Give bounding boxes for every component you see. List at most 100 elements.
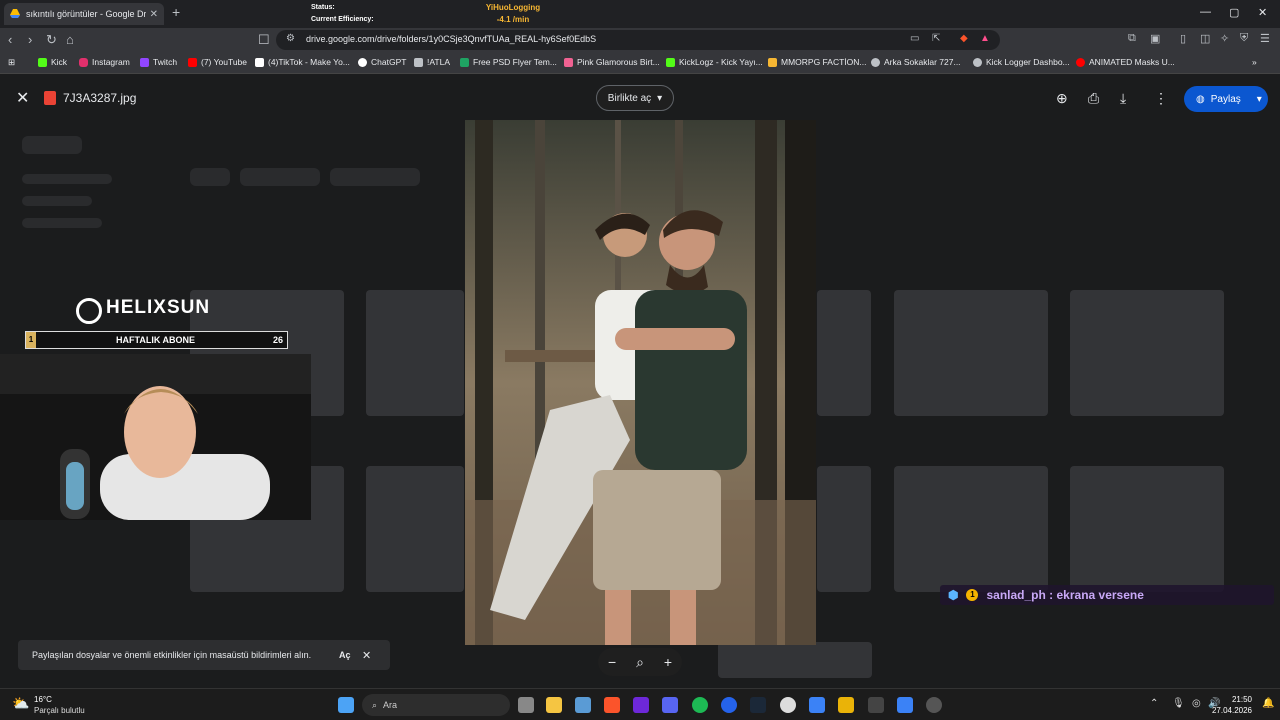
forward-icon[interactable]: › bbox=[28, 32, 32, 47]
extensions-icon[interactable]: ⧉ bbox=[1128, 32, 1136, 45]
zoom-out-button[interactable]: − bbox=[608, 654, 616, 670]
close-viewer-icon[interactable]: ✕ bbox=[16, 88, 29, 108]
bookmark-instagram[interactable]: Instagram bbox=[79, 57, 130, 67]
leo-icon[interactable]: ✧ bbox=[1220, 32, 1229, 45]
bookmark-label: (7) YouTube bbox=[201, 57, 247, 67]
bookmark-animated-masks[interactable]: ANIMATED Masks U... bbox=[1076, 57, 1175, 67]
share-page-icon[interactable]: ⇱ bbox=[932, 33, 940, 44]
app-icon[interactable] bbox=[838, 697, 854, 713]
ghost-thumb bbox=[1070, 290, 1224, 416]
bookmark-label: Kick bbox=[51, 57, 68, 67]
stream-stats-values: YiHuoLogging -4.1 /min bbox=[478, 2, 548, 26]
start-icon[interactable] bbox=[338, 697, 354, 713]
share-button[interactable]: ◍ Paylaş ▾ bbox=[1184, 86, 1268, 112]
bookmark-youtube[interactable]: (7) YouTube bbox=[188, 57, 247, 67]
network-icon[interactable]: ◎ bbox=[1192, 698, 1201, 709]
more-options-icon[interactable]: ⋮ bbox=[1154, 90, 1168, 107]
spotify-icon[interactable] bbox=[692, 697, 708, 713]
app-icon[interactable] bbox=[926, 697, 942, 713]
ghost-chip bbox=[190, 168, 230, 186]
store-icon[interactable] bbox=[575, 697, 591, 713]
close-window-button[interactable]: ✕ bbox=[1258, 6, 1267, 19]
bookmark-twitch[interactable]: Twitch bbox=[140, 57, 177, 67]
zoom-in-button[interactable]: + bbox=[664, 654, 672, 670]
print-icon[interactable]: ⎙ bbox=[1088, 90, 1099, 107]
bookmark-freepsd[interactable]: Free PSD Flyer Tem... bbox=[460, 57, 557, 67]
app-icon[interactable] bbox=[809, 697, 825, 713]
bookmark-kick[interactable]: Kick bbox=[38, 57, 67, 67]
search-label: Ara bbox=[383, 700, 398, 710]
zoom-magnifier-icon[interactable]: ⌕ bbox=[636, 654, 644, 671]
bookmark-label: Arka Sokaklar 727... bbox=[884, 57, 961, 67]
apps-icon[interactable]: ⊞ bbox=[8, 57, 15, 68]
bookmark-label: ChatGPT bbox=[371, 57, 407, 67]
notifications-icon[interactable]: 🔔 bbox=[1262, 698, 1274, 709]
share-caret-icon[interactable]: ▾ bbox=[1257, 94, 1262, 105]
bookmark-kick-logger[interactable]: Kick Logger Dashbo... bbox=[973, 57, 1070, 67]
next-app-icon[interactable] bbox=[633, 697, 649, 713]
wallet-icon[interactable]: ◫ bbox=[1200, 32, 1210, 45]
brave-icon[interactable] bbox=[604, 697, 620, 713]
bookmark-pink[interactable]: Pink Glamorous Birt... bbox=[564, 57, 660, 67]
app-icon[interactable] bbox=[868, 697, 884, 713]
weather-temp: 16°C bbox=[34, 695, 52, 704]
webcam-illustration bbox=[0, 354, 311, 520]
tray-chevron-icon[interactable]: ⌃ bbox=[1150, 698, 1158, 709]
minimize-button[interactable]: — bbox=[1200, 6, 1211, 18]
weekly-sub-counter: 1 HAFTALIK ABONE 26 bbox=[25, 331, 288, 349]
steam-icon[interactable] bbox=[750, 697, 766, 713]
ea-icon[interactable] bbox=[721, 697, 737, 713]
task-view-icon[interactable] bbox=[518, 697, 534, 713]
discord-icon[interactable] bbox=[662, 697, 678, 713]
tab-search-icon[interactable]: ▣ bbox=[1150, 32, 1160, 45]
bookmark-icon[interactable]: ☐ bbox=[258, 32, 270, 48]
bookmark-chatgpt[interactable]: ChatGPT bbox=[358, 57, 406, 67]
brave-shield-icon[interactable]: ◆ bbox=[960, 33, 968, 44]
mic-icon[interactable]: 🎙 bbox=[1172, 698, 1185, 709]
home-icon[interactable]: ⌂ bbox=[66, 32, 74, 47]
download-icon[interactable]: ⤓ bbox=[1120, 90, 1126, 107]
cast-icon[interactable]: ▭ bbox=[910, 33, 919, 44]
share-label: Paylaş bbox=[1210, 93, 1241, 105]
open-with-button[interactable]: Birlikte aç ▾ bbox=[596, 85, 674, 111]
obs-icon[interactable] bbox=[780, 697, 796, 713]
chat-badge: 1 bbox=[966, 589, 979, 601]
google-drive-icon bbox=[10, 9, 20, 18]
address-bar[interactable]: ⚙ drive.google.com/drive/folders/1y0CSje… bbox=[276, 30, 1000, 50]
globe-icon: ◍ bbox=[1196, 93, 1205, 105]
weather-desc: Parçalı bulutlu bbox=[34, 706, 85, 715]
app-icon[interactable] bbox=[897, 697, 913, 713]
bookmark-label: MMORPG FACTİON... bbox=[781, 57, 867, 67]
tab-close-icon[interactable]: ✕ bbox=[150, 9, 158, 20]
weather-icon[interactable]: ⛅ bbox=[12, 695, 29, 712]
sidebar-icon[interactable]: ▯ bbox=[1180, 32, 1186, 45]
browser-nav-bar: ‹ › ↻ ⌂ ☐ ⚙ drive.google.com/drive/folde… bbox=[0, 28, 1280, 52]
notification-open-button[interactable]: Aç bbox=[339, 650, 351, 660]
file-explorer-icon[interactable] bbox=[546, 697, 562, 713]
bookmark-arka-sokaklar[interactable]: Arka Sokaklar 727... bbox=[871, 57, 961, 67]
new-tab-button[interactable]: + bbox=[172, 4, 180, 20]
bookmark-label: ANIMATED Masks U... bbox=[1089, 57, 1175, 67]
brave-rewards-icon[interactable]: ▲ bbox=[980, 33, 990, 44]
back-icon[interactable]: ‹ bbox=[8, 32, 12, 47]
add-to-drive-icon[interactable]: ⊕ bbox=[1056, 90, 1068, 107]
clock-date: 27.04.2026 bbox=[1211, 706, 1252, 715]
ghost-nav bbox=[22, 196, 92, 206]
taskbar-search[interactable]: ⌕ Ara bbox=[362, 694, 510, 716]
reload-icon[interactable]: ↻ bbox=[46, 32, 57, 48]
tab-drive[interactable]: sıkıntılı görüntüler - Google Drive ✕ bbox=[4, 3, 164, 25]
bookmark-kicklogz[interactable]: KickLogz - Kick Yayı... bbox=[666, 57, 763, 67]
site-info-icon[interactable]: ⚙ bbox=[286, 33, 295, 44]
clock[interactable]: 21:50 27.04.2026 bbox=[1212, 694, 1252, 716]
bookmark-atla[interactable]: !ATLA bbox=[414, 57, 450, 67]
bookmark-mmorpg[interactable]: MMORPG FACTİON... bbox=[768, 57, 866, 67]
bookmark-tiktok[interactable]: (4)TikTok - Make Yo... bbox=[255, 57, 350, 67]
notification-close-icon[interactable]: ✕ bbox=[362, 649, 371, 662]
notification-text: Paylaşılan dosyalar ve önemli etkinlikle… bbox=[32, 650, 312, 660]
ghost-thumb bbox=[718, 642, 872, 678]
vpn-icon[interactable]: ⛨ bbox=[1240, 32, 1248, 45]
menu-icon[interactable]: ☰ bbox=[1260, 32, 1270, 45]
maximize-button[interactable]: ▢ bbox=[1229, 6, 1239, 19]
weekly-rank: 1 bbox=[26, 332, 36, 348]
more-bookmarks-icon[interactable]: » bbox=[1252, 57, 1257, 67]
